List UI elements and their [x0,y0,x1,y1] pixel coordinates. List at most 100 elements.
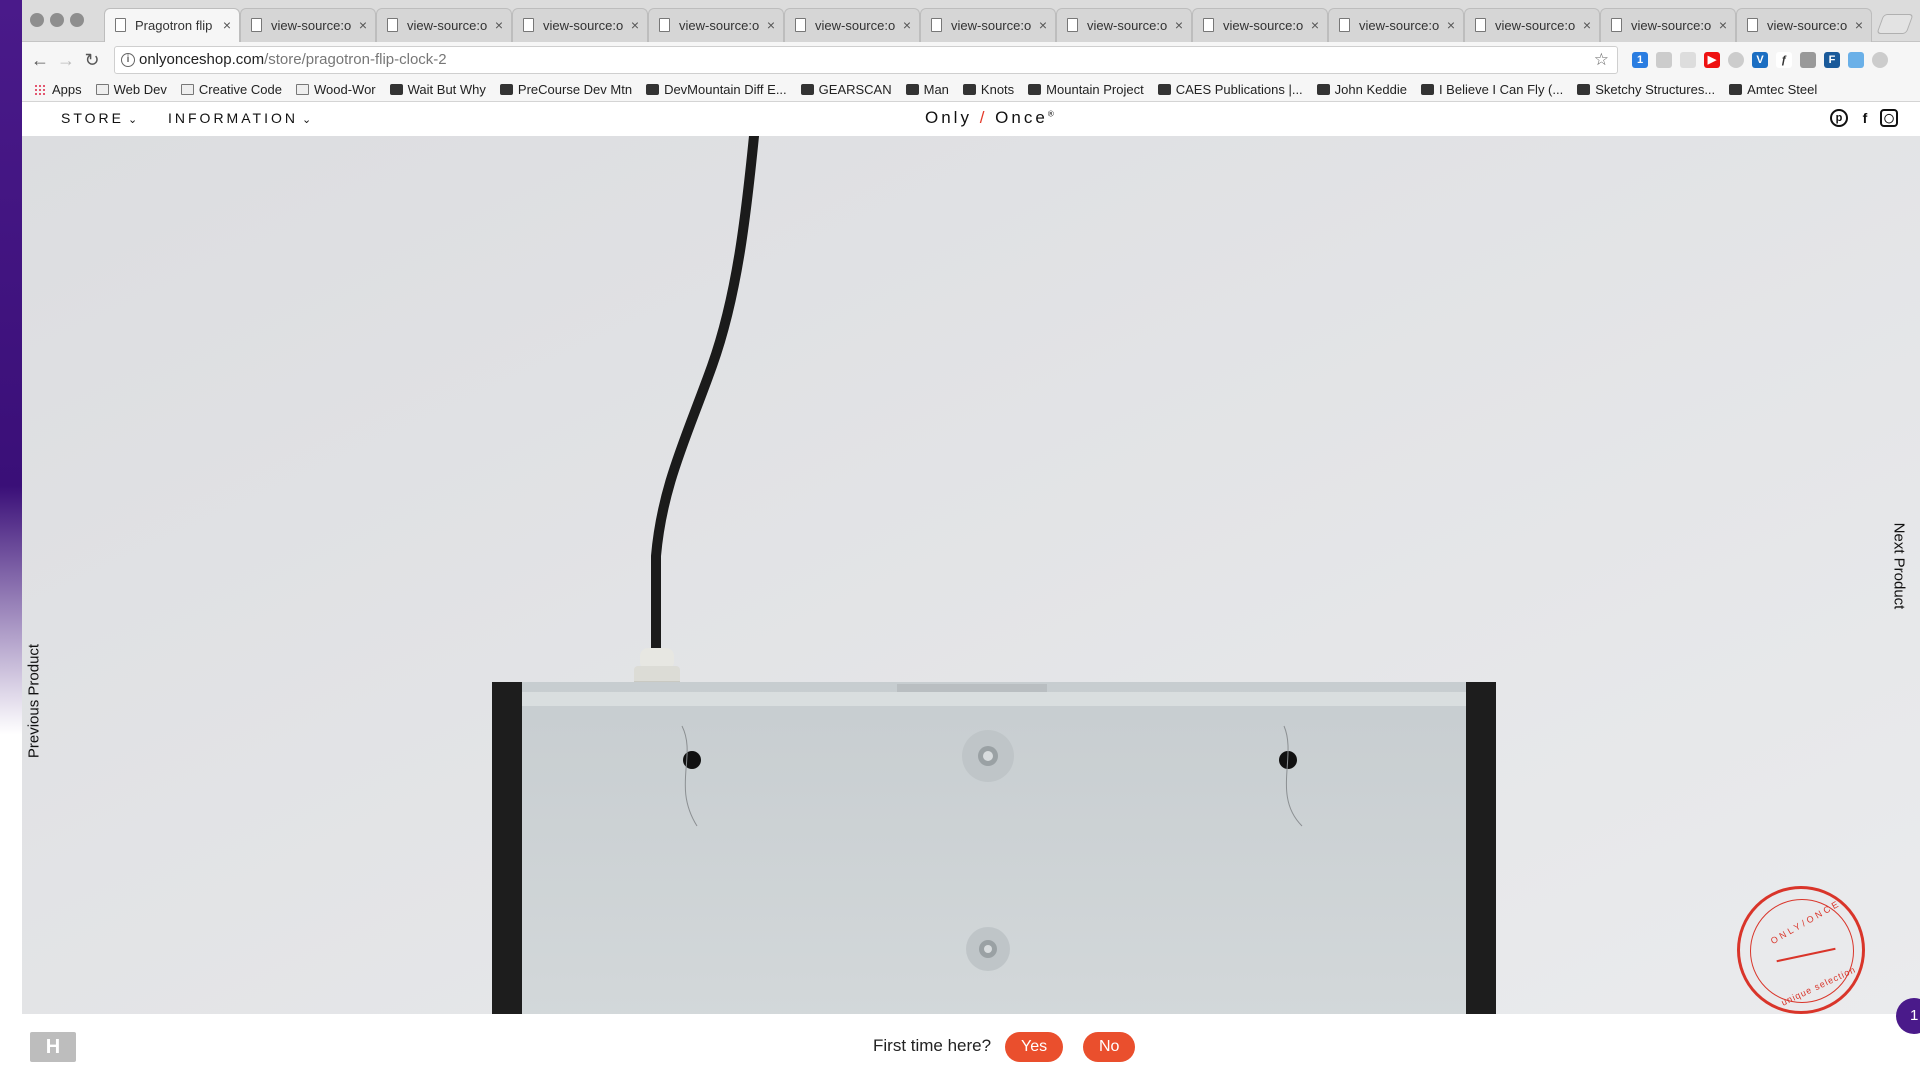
back-arrow-icon[interactable]: ← [28,48,52,72]
page-icon [1067,18,1078,32]
browser-tab[interactable]: Pragotron flip × [104,8,240,42]
extension-icon[interactable] [1728,52,1744,68]
extension-icon-badged[interactable]: 1 [1632,52,1648,68]
page-icon [251,18,262,32]
browser-tab[interactable]: view-source:o × [1192,8,1328,42]
new-tab-button[interactable] [1876,14,1914,34]
logo-mark: ® [1047,109,1057,119]
bookmark-item[interactable]: Creative Code [180,82,282,97]
page-icon [387,18,398,32]
yes-button[interactable]: Yes [1005,1032,1064,1062]
bookmark-label: Creative Code [198,82,282,97]
footer-logo[interactable]: H [30,1032,76,1062]
reload-icon[interactable]: ↻ [80,48,104,72]
bookmark-item[interactable]: John Keddie [1316,82,1407,97]
close-tab-icon[interactable]: × [359,17,367,33]
close-tab-icon[interactable]: × [1311,17,1319,33]
page-icon [523,18,534,32]
close-window-button[interactable] [30,13,44,27]
logo-right: Once [995,108,1048,127]
bookmark-item[interactable]: Wait But Why [389,82,486,97]
address-bar[interactable]: i onlyonceshop.com/store/pragotron-flip-… [114,46,1618,74]
close-tab-icon[interactable]: × [1175,17,1183,33]
browser-tab[interactable]: view-source:o × [1600,8,1736,42]
close-tab-icon[interactable]: × [767,17,775,33]
pinterest-icon[interactable]: p [1830,109,1848,127]
extension-icon[interactable]: V [1752,52,1768,68]
bookmark-label: Sketchy Structures... [1595,82,1716,97]
browser-tab[interactable]: view-source:o × [1328,8,1464,42]
browser-tab[interactable]: view-source:o × [376,8,512,42]
no-button[interactable]: No [1083,1032,1136,1062]
minimize-window-button[interactable] [50,13,64,27]
bookmark-label: John Keddie [1334,82,1407,97]
site-icon [905,84,919,95]
close-tab-icon[interactable]: × [1855,17,1863,33]
maximize-window-button[interactable] [70,13,84,27]
close-tab-icon[interactable]: × [903,17,911,33]
browser-tab[interactable]: view-source:o × [920,8,1056,42]
tab-label: view-source:o [1223,18,1304,33]
extension-icon[interactable]: F [1824,52,1840,68]
tab-label: view-source:o [1495,18,1576,33]
bookmark-item[interactable]: Man [905,82,949,97]
facebook-icon[interactable]: f [1856,109,1874,127]
extension-icon[interactable] [1656,52,1672,68]
tab-label: view-source:o [679,18,760,33]
close-tab-icon[interactable]: × [223,17,231,33]
youtube-extension-icon[interactable]: ▶ [1704,52,1720,68]
browser-tab[interactable]: view-source:o × [648,8,784,42]
bookmark-label: Wood-Wor [313,82,376,97]
first-time-prompt: First time here? [873,1036,992,1055]
browser-tab[interactable]: view-source:o × [784,8,920,42]
close-tab-icon[interactable]: × [1039,17,1047,33]
close-tab-icon[interactable]: × [1447,17,1455,33]
browser-tab[interactable]: view-source:o × [240,8,376,42]
folder-icon [180,84,194,95]
browser-tab[interactable]: view-source:o × [1736,8,1872,42]
tab-label: Pragotron flip [135,18,213,33]
nav-information-menu[interactable]: INFORMATION ⌄ [168,110,314,126]
browser-tab[interactable]: view-source:o × [512,8,648,42]
bookmark-item[interactable]: PreCourse Dev Mtn [499,82,633,97]
extension-icon[interactable] [1800,52,1816,68]
tab-label: view-source:o [815,18,896,33]
extension-icon[interactable] [1680,52,1696,68]
bookmark-star-icon[interactable]: ☆ [1594,47,1609,73]
close-tab-icon[interactable]: × [631,17,639,33]
page-icon [1747,18,1758,32]
bookmark-item[interactable]: I Believe I Can Fly (... [1420,82,1564,97]
bookmark-item[interactable]: CAES Publications |... [1157,82,1303,97]
bookmark-label: Amtec Steel [1747,82,1818,97]
bookmark-label: I Believe I Can Fly (... [1438,82,1564,97]
bookmark-item[interactable]: Mountain Project [1028,82,1144,97]
next-product-link[interactable]: Next Product [1891,523,1908,610]
site-logo[interactable]: Only / Once® [925,108,1057,128]
bookmark-item[interactable]: Apps [34,82,82,97]
bookmark-item[interactable]: GEARSCAN [800,82,892,97]
previous-product-link[interactable]: Previous Product [26,644,43,758]
extension-icon[interactable] [1848,52,1864,68]
bookmark-item[interactable]: Amtec Steel [1729,82,1817,97]
bookmark-item[interactable]: Web Dev [95,82,167,97]
bookmark-item[interactable]: DevMountain Diff E... [646,82,787,97]
only-once-stamp-logo: ONLY/ONCE unique selection [1737,886,1865,1014]
forward-arrow-icon[interactable]: → [54,48,78,72]
formula-extension-icon[interactable]: ƒ [1776,52,1792,68]
instagram-icon[interactable]: ◯ [1880,109,1898,127]
bookmark-item[interactable]: Wood-Wor [295,82,376,97]
bookmark-label: PreCourse Dev Mtn [517,82,633,97]
close-tab-icon[interactable]: × [495,17,503,33]
close-tab-icon[interactable]: × [1719,17,1727,33]
bookmark-item[interactable]: Sketchy Structures... [1577,82,1715,97]
site-info-icon[interactable]: i [121,53,135,67]
extension-icon[interactable] [1872,52,1888,68]
browser-tab[interactable]: view-source:o × [1464,8,1600,42]
page-icon [1339,18,1350,32]
bookmark-label: CAES Publications |... [1175,82,1303,97]
bookmark-item[interactable]: Knots [962,82,1014,97]
address-path: /store/pragotron-flip-clock-2 [264,51,447,68]
close-tab-icon[interactable]: × [1583,17,1591,33]
nav-store-menu[interactable]: STORE ⌄ [61,110,140,126]
browser-tab[interactable]: view-source:o × [1056,8,1192,42]
